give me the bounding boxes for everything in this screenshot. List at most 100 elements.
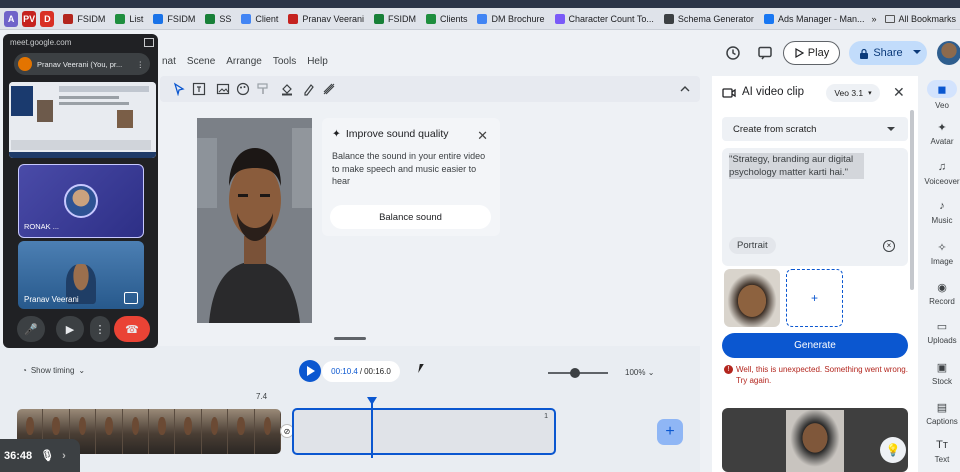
profile-badge-d[interactable]: D [40,10,55,27]
bookmark-item[interactable]: SS [200,10,236,28]
prompt-text[interactable]: "Strategy, branding aur digital psycholo… [729,153,864,179]
balance-sound-button[interactable]: Balance sound [330,205,491,229]
bookmark-item[interactable]: DM Brochure [472,10,549,28]
fill-color-icon[interactable] [280,82,294,96]
text-box-icon[interactable] [192,82,206,96]
bookmarks-overflow-icon[interactable]: » [871,14,876,24]
generate-button[interactable]: Generate [722,333,908,358]
voiceover-icon: ♫ [937,161,947,173]
end-call-button[interactable]: ☎ [114,316,150,342]
rail-item-voiceover[interactable]: ♫ Voiceover [924,160,960,186]
mode-select[interactable]: Create from scratch [722,117,908,141]
clip-frame [149,409,176,454]
bookmark-favicon-icon [554,13,565,24]
reference-image[interactable] [724,269,780,327]
more-vert-icon[interactable]: ⋮ [137,60,151,69]
clear-prompt-icon[interactable]: × [883,240,895,252]
add-reference-button[interactable]: + [786,269,843,327]
tip-title: ✦ Improve sound quality [332,128,490,140]
resize-handle[interactable] [334,337,366,340]
bookmark-item[interactable]: List [110,10,148,28]
camera-button[interactable]: ▶ [56,316,84,342]
image-icon: ✧ [937,241,947,254]
profile-badge-a[interactable]: A [4,10,19,27]
shared-screen-tile[interactable] [9,82,156,158]
menu-scene[interactable]: Scene [187,56,215,67]
timeline-play-button[interactable] [299,360,321,382]
show-timing-label: Show timing [30,366,75,375]
generated-preview[interactable] [722,408,908,472]
palette-icon[interactable] [236,82,250,96]
aspect-ratio-chip[interactable]: Portrait [729,237,776,254]
panel-scrollbar[interactable] [910,110,914,290]
clip-frame [254,409,281,454]
paint-format-icon[interactable] [256,82,270,96]
share-button[interactable]: Share [849,41,927,65]
mic-icon[interactable]: 🎙 [40,449,54,462]
bookmark-item[interactable]: Clients [421,10,473,28]
rail-item-music[interactable]: ♪ Music [924,199,960,225]
share-dropdown-icon[interactable] [913,50,921,54]
select-cursor-icon[interactable] [172,82,186,96]
more-options-button[interactable]: ⋮ [90,316,110,342]
rail-item-text[interactable]: Tт Text [924,438,960,464]
lightbulb-icon[interactable]: 💡 [880,437,906,463]
bookmark-label: FSIDM [167,13,196,24]
chevron-right-icon[interactable]: › [62,450,66,462]
comment-icon[interactable] [757,45,773,61]
bookmark-item[interactable]: FSIDM [369,10,421,28]
bookmark-item[interactable]: FSIDM [58,10,110,28]
rail-item-uploads[interactable]: ▭ Uploads [924,319,960,346]
image-insert-icon[interactable] [216,82,230,96]
bookmark-item[interactable]: Client [236,10,283,28]
zoom-slider-knob[interactable] [570,368,580,378]
bookmark-favicon-icon [373,13,384,24]
captions-icon: ▤ [936,401,948,414]
border-color-icon[interactable] [302,82,316,96]
border-dash-icon[interactable] [322,82,336,96]
close-panel-icon[interactable]: ✕ [893,84,905,101]
all-bookmarks-link[interactable]: All Bookmarks [884,14,956,24]
menu-tools[interactable]: Tools [273,56,296,67]
close-icon[interactable]: ✕ [477,128,488,144]
rail-label: Uploads [927,336,957,345]
rail-item-avatar[interactable]: ✦ Avatar [924,120,960,147]
scene-index: 1 [544,413,548,420]
rail-item-captions[interactable]: ▤ Captions [924,400,960,427]
rail-label: Image [930,257,954,266]
bookmark-item[interactable]: Schema Generator [659,10,759,28]
menu-arrange[interactable]: Arrange [226,56,262,67]
bookmark-item[interactable]: Ads Manager - Man... [759,10,870,28]
zoom-level-select[interactable]: 100% ⌄ [625,368,654,377]
bookmark-favicon-icon [763,13,774,24]
menu-help[interactable]: Help [307,56,328,67]
rail-item-record[interactable]: ◉ Record [924,280,960,307]
bookmark-item[interactable]: Character Count To... [550,10,659,28]
rail-item-stock[interactable]: ▣ Stock [924,360,960,387]
rail-label: Captions [926,417,958,426]
video-frame[interactable] [197,118,312,323]
account-avatar[interactable] [937,41,960,65]
timer-value: 36:48 [4,449,33,462]
bookmark-item[interactable]: Pranav Veerani [283,10,369,28]
playhead[interactable] [371,402,373,458]
profile-badge-pv[interactable]: PV [22,10,37,27]
pip-window-icon[interactable] [144,38,154,47]
show-timing-toggle[interactable]: ◔ Show timing ⌄ [22,366,85,375]
record-icon: ◉ [937,281,947,294]
collapse-toolbar-icon[interactable] [678,82,692,96]
rail-item-veo[interactable]: ◼ Veo [924,80,960,110]
bookmark-item[interactable]: FSIDM [148,10,200,28]
mic-button[interactable]: 🎤 [17,316,45,342]
empty-scene-clip[interactable]: 1 [292,408,556,455]
add-scene-button[interactable]: + [657,419,683,445]
history-icon[interactable] [725,45,741,61]
chevron-down-icon [887,127,895,131]
model-select[interactable]: Veo 3.1 ▾ [826,84,880,102]
pip-expand-icon[interactable] [124,292,138,304]
canvas-toolbar [160,76,700,102]
current-time: 00:10.4 [331,367,358,376]
play-button[interactable]: Play [783,41,840,65]
rail-item-image[interactable]: ✧ Image [924,240,960,267]
menu-format[interactable]: nat [162,56,176,67]
